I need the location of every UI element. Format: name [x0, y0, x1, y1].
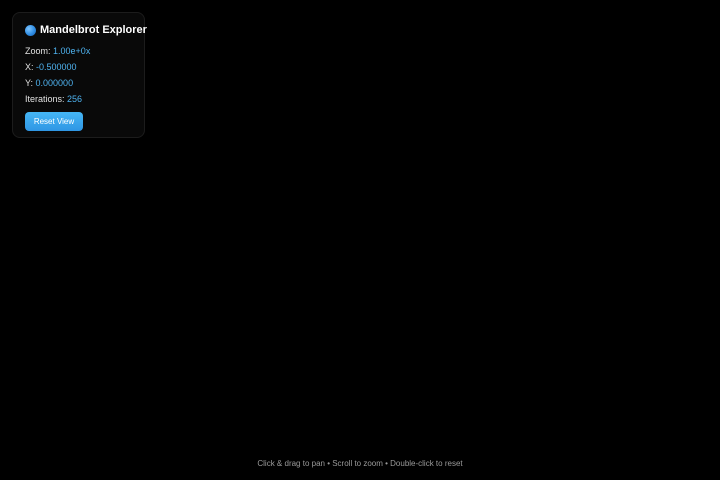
panel-title-text: Mandelbrot Explorer — [40, 24, 147, 36]
x-label: X: — [25, 62, 34, 72]
x-stat: X: -0.500000 — [25, 59, 132, 75]
explorer-viewport: Mandelbrot Explorer Zoom: 1.00e+0x X: -0… — [0, 0, 720, 480]
zoom-stat: Zoom: 1.00e+0x — [25, 43, 132, 59]
reset-view-button[interactable]: Reset View — [25, 112, 83, 131]
x-value: -0.500000 — [36, 62, 77, 72]
iterations-value: 256 — [67, 94, 83, 104]
iterations-stat: Iterations: 256 — [25, 91, 132, 107]
globe-icon — [25, 24, 36, 36]
panel-title: Mandelbrot Explorer — [25, 23, 147, 37]
zoom-label: Zoom: — [25, 46, 51, 56]
control-panel: Mandelbrot Explorer Zoom: 1.00e+0x X: -0… — [12, 12, 147, 138]
iterations-label: Iterations: — [25, 94, 65, 104]
controls-hint: Click & drag to pan • Scroll to zoom • D… — [257, 459, 463, 468]
y-value: 0.000000 — [35, 78, 74, 88]
zoom-value: 1.00e+0x — [53, 46, 91, 56]
y-stat: Y: 0.000000 — [25, 75, 132, 91]
y-label: Y: — [25, 78, 34, 88]
